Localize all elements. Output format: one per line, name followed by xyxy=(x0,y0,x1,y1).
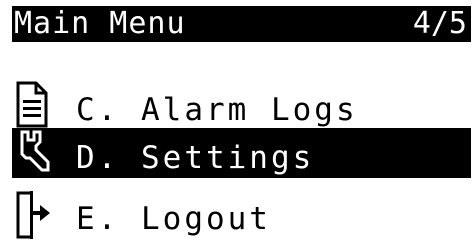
title-bar: Main Menu 4/5 xyxy=(12,6,471,42)
menu-item-logout[interactable]: E. Logout xyxy=(0,189,475,239)
menu-item-alarm-logs[interactable]: C. Alarm Logs xyxy=(0,80,475,130)
menu-item-settings[interactable]: D. Settings xyxy=(12,128,471,178)
document-icon xyxy=(12,80,54,130)
logout-icon xyxy=(12,189,54,239)
menu-item-label: C. Alarm Logs xyxy=(76,92,358,128)
wrench-icon xyxy=(14,128,56,178)
page-indicator: 4/5 xyxy=(412,6,467,41)
lcd-screen: Main Menu 4/5 C. Alarm Logs D. Settings xyxy=(0,0,475,243)
menu-title: Main Menu xyxy=(14,6,186,41)
menu-item-label: D. Settings xyxy=(76,140,315,176)
menu-item-label: E. Logout xyxy=(76,201,271,237)
